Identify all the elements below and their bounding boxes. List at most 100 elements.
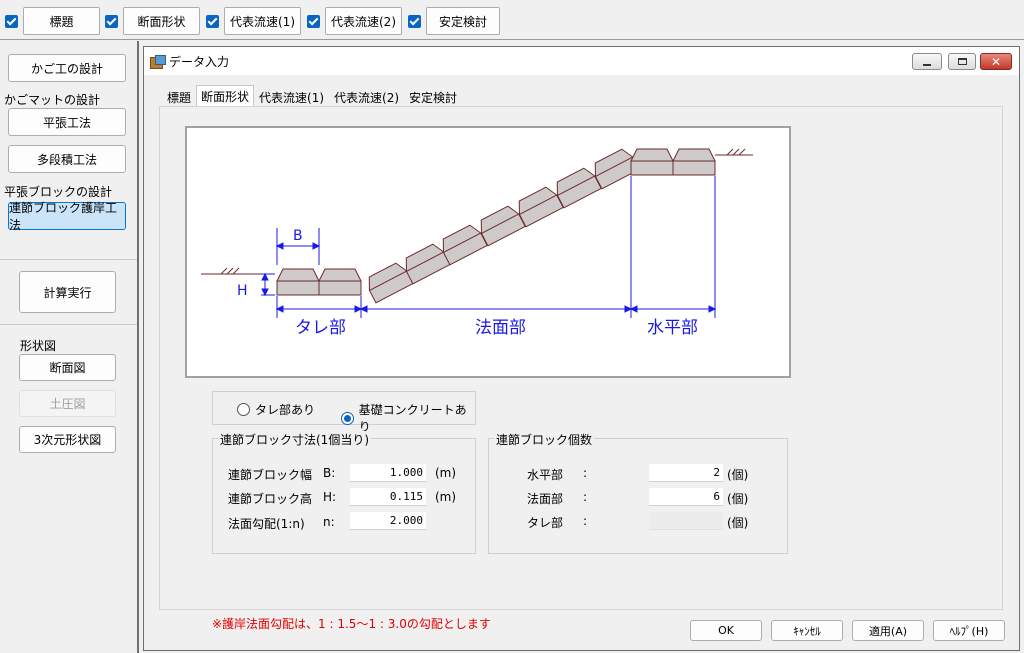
width-label: 連節ブロック幅 xyxy=(228,468,313,482)
checkbox-checked-icon[interactable] xyxy=(5,14,18,28)
tab-stability[interactable]: 安定検討 xyxy=(404,87,462,107)
toolbar-button-stability[interactable]: 安定検討 xyxy=(426,7,500,35)
tare-label: タレ部 xyxy=(527,516,564,530)
radio-foundation[interactable]: 基礎コンクリートあり xyxy=(341,401,475,435)
left-separator xyxy=(0,259,137,260)
heihari-method-button[interactable]: 平張工法 xyxy=(8,108,126,136)
cross-section-svg: B H タレ部 法面部 水平部 xyxy=(201,145,753,338)
renketsu-block-button[interactable]: 連節ブロック護岸工法 xyxy=(8,201,126,232)
toolbar-button-velocity2[interactable]: 代表流速(2) xyxy=(325,7,402,35)
kagomat-section-label: かごマットの設計 xyxy=(4,93,101,107)
checkbox-checked-icon[interactable] xyxy=(307,14,320,28)
suihei-colon: : xyxy=(583,466,588,480)
ground-hatch-left xyxy=(201,267,269,275)
tab-velocity2[interactable]: 代表流速(2) xyxy=(329,87,404,107)
block-width-input[interactable] xyxy=(350,464,426,482)
tare-count-input xyxy=(649,512,723,530)
kago-design-button[interactable]: かご工の設計 xyxy=(8,54,126,82)
radio-unchecked-icon[interactable] xyxy=(237,403,250,416)
suihei-count-input[interactable] xyxy=(649,464,723,482)
run-calculation-button[interactable]: 計算実行 xyxy=(19,271,116,313)
ok-button[interactable]: OK xyxy=(690,620,762,641)
checkbox-checked-icon[interactable] xyxy=(206,14,219,28)
radio-foundation-label: 基礎コンクリートあり xyxy=(358,403,467,434)
suihei-unit: (個) xyxy=(727,468,749,482)
label-h: H xyxy=(237,283,248,299)
count-group-title: 連節ブロック個数 xyxy=(494,431,595,448)
dims-group-title: 連節ブロック寸法(1個当り) xyxy=(218,431,371,448)
earth-pressure-button[interactable]: 土圧図 xyxy=(19,390,116,417)
width-unit: (m) xyxy=(435,466,457,480)
tare-block xyxy=(318,268,362,296)
height-unit: (m) xyxy=(435,490,457,504)
radio-tare-label: タレ部あり xyxy=(255,403,316,417)
section-view-button[interactable]: 断面図 xyxy=(19,354,116,381)
tare-block xyxy=(276,268,320,296)
nori-count-input[interactable] xyxy=(649,488,723,506)
toolbar-button-velocity1[interactable]: 代表流速(1) xyxy=(224,7,301,35)
slope-blocks xyxy=(363,145,640,304)
dialog-titlebar[interactable]: データ入力 ✕ xyxy=(144,47,1019,75)
tadanseki-method-button[interactable]: 多段積工法 xyxy=(8,145,126,173)
label-suihei: 水平部 xyxy=(647,318,698,338)
checkbox-checked-icon[interactable] xyxy=(105,14,118,28)
option-radio-group: タレ部あり 基礎コンクリートあり xyxy=(212,391,476,434)
label-nori: 法面部 xyxy=(475,318,526,338)
apply-button[interactable]: 適用(A) xyxy=(852,620,924,641)
label-b: B xyxy=(293,228,303,244)
app-icon xyxy=(150,54,166,69)
left-panel: かご工の設計 かごマットの設計 平張工法 多段積工法 平張ブロックの設計 連節ブ… xyxy=(0,41,137,653)
3d-shape-button[interactable]: 3次元形状図 xyxy=(19,426,116,453)
tab-section-shape[interactable]: 断面形状 xyxy=(196,85,255,107)
width-symbol: B: xyxy=(323,466,336,480)
tab-title[interactable]: 標題 xyxy=(162,87,196,107)
ground-hatch-right xyxy=(715,148,753,156)
dimension-lines xyxy=(261,176,717,318)
cancel-button[interactable]: ｷｬﾝｾﾙ xyxy=(771,620,843,641)
radio-tare[interactable]: タレ部あり xyxy=(237,401,315,418)
maximize-button[interactable] xyxy=(948,53,976,70)
slope-label: 法面勾配(1:n) xyxy=(228,517,305,531)
maximize-icon xyxy=(957,58,967,65)
block-dimensions-group: 連節ブロック寸法(1個当り) 連節ブロック幅 B: (m) 連節ブロック高 H:… xyxy=(212,431,476,554)
cross-section-diagram: B H タレ部 法面部 水平部 xyxy=(185,126,791,378)
height-label: 連節ブロック高 xyxy=(228,492,313,506)
tab-velocity1[interactable]: 代表流速(1) xyxy=(254,87,329,107)
toolbar-item-title[interactable]: 標題 xyxy=(5,7,100,35)
block-section-label: 平張ブロックの設計 xyxy=(4,185,113,199)
label-tare: タレ部 xyxy=(295,318,346,338)
data-input-dialog: データ入力 ✕ 標題 断面形状 代表流速(1) 代表流速(2) 安定検討 B H… xyxy=(143,46,1020,651)
close-icon: ✕ xyxy=(990,54,1002,69)
nori-label: 法面部 xyxy=(527,492,564,506)
suihei-label: 水平部 xyxy=(527,468,564,482)
nori-colon: : xyxy=(583,490,588,504)
horizontal-block xyxy=(672,148,716,176)
minimize-button[interactable] xyxy=(912,53,942,70)
horizontal-block xyxy=(630,148,674,176)
toolbar-item-stability[interactable]: 安定検討 xyxy=(408,7,500,35)
close-button[interactable]: ✕ xyxy=(980,53,1012,70)
left-separator xyxy=(0,324,137,325)
height-symbol: H: xyxy=(323,490,337,504)
section-shape-panel: B H タレ部 法面部 水平部 タレ部あり 基礎コンクリートあり 連節ブロック寸… xyxy=(159,106,1003,631)
toolbar-item-section[interactable]: 断面形状 xyxy=(105,7,200,35)
slope-ratio-input[interactable] xyxy=(350,512,426,530)
help-button[interactable]: ﾍﾙﾌﾟ(H) xyxy=(933,620,1005,641)
dialog-title: データ入力 xyxy=(169,54,230,69)
toolbar-item-velocity2[interactable]: 代表流速(2) xyxy=(307,7,402,35)
dialog-tabs: 標題 断面形状 代表流速(1) 代表流速(2) 安定検討 xyxy=(162,85,462,107)
toolbar-button-section[interactable]: 断面形状 xyxy=(123,7,200,35)
block-height-input[interactable] xyxy=(350,488,426,506)
block-count-group: 連節ブロック個数 水平部 : (個) 法面部 : (個) タレ部 : (個) xyxy=(488,431,788,554)
toolbar-item-velocity1[interactable]: 代表流速(1) xyxy=(206,7,301,35)
radio-checked-icon[interactable] xyxy=(341,411,354,425)
toolbar-button-title[interactable]: 標題 xyxy=(23,7,100,35)
slope-symbol: n: xyxy=(323,515,335,529)
checkbox-checked-icon[interactable] xyxy=(408,14,421,28)
shape-section-label: 形状図 xyxy=(20,339,57,353)
tare-unit: (個) xyxy=(727,516,749,530)
panel-divider xyxy=(137,41,139,653)
top-toolbar: 標題 断面形状 代表流速(1) 代表流速(2) 安定検討 xyxy=(0,0,1024,40)
minimize-icon xyxy=(923,63,931,66)
tare-colon: : xyxy=(583,514,588,528)
